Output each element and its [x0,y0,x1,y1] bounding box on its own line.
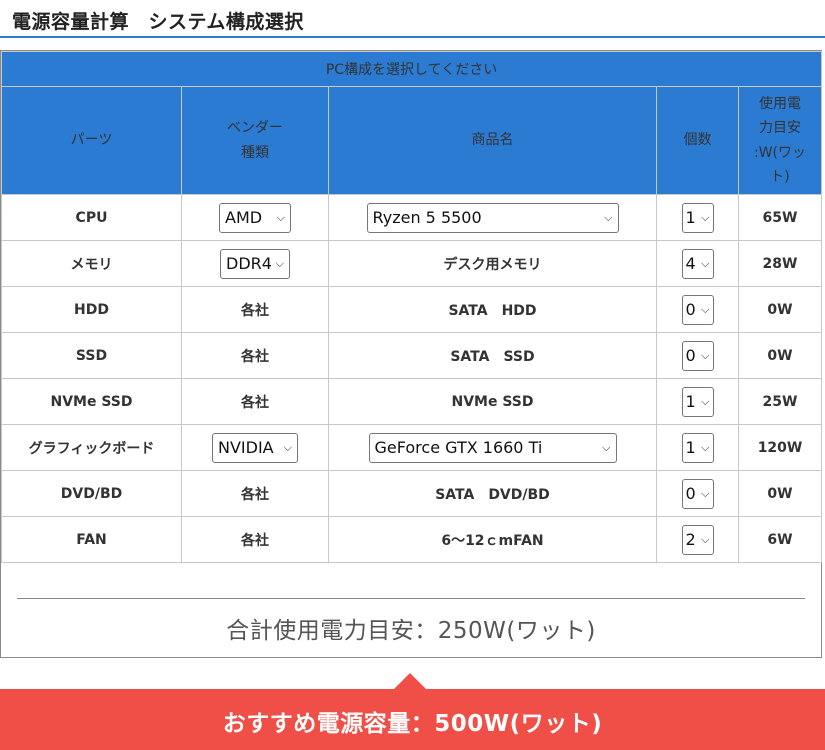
watt-value: 25W [737,378,823,425]
page: 電源容量計算 システム構成選択 PC構成を選択してください パーツ ベンダー 種… [0,0,825,750]
watt-value: 28W [737,240,823,287]
table-row: メモリ DDR4 ⌵ デスク用メモリ 4 ⌵ 28W [1,240,823,287]
config-table: PC構成を選択してください パーツ ベンダー 種類 商品名 個数 使用電 力目安… [0,51,823,563]
divider [17,598,805,599]
product-name: 6～12ｃmFAN [328,516,657,563]
table-row: CPU AMD ⌵ Ryzen 5 5500 ⌵ 1 ⌵ 65W [1,194,823,241]
qty-select[interactable]: 1 ⌵ [681,202,714,233]
chevron-down-icon: ⌵ [701,440,710,454]
chevron-down-icon: ⌵ [283,440,292,454]
qty-cell: 0 ⌵ [656,286,739,333]
pointer-triangle-icon [394,673,426,689]
qty-select[interactable]: 4 ⌵ [681,248,714,279]
chevron-down-icon: ⌵ [701,394,710,408]
qty-cell: 1 ⌵ [656,194,739,241]
table-row: NVMe SSD 各社 NVMe SSD 1 ⌵ 25W [1,378,823,425]
header-product: 商品名 [328,86,657,195]
part-name: NVMe SSD [1,378,182,425]
qty-select[interactable]: 1 ⌵ [681,386,714,417]
part-name: FAN [1,516,182,563]
table-row: FAN 各社 6～12ｃmFAN 2 ⌵ 6W [1,516,823,563]
product-name: SATA DVD/BD [328,470,657,517]
vendor-name: 各社 [181,470,329,517]
table-caption-row: PC構成を選択してください [0,51,823,87]
config-panel: PC構成を選択してください パーツ ベンダー 種類 商品名 個数 使用電 力目安… [0,50,823,658]
qty-select[interactable]: 0 ⌵ [681,294,714,325]
header-vendor: ベンダー 種類 [181,86,329,195]
table-caption: PC構成を選択してください [0,51,823,87]
vendor-name: 各社 [181,516,329,563]
table-row: グラフィックボード NVIDIA ⌵ GeForce GTX 1660 Ti ⌵ 1… [1,424,823,471]
vendor-select[interactable]: NVIDIA ⌵ [212,432,298,463]
watt-value: 0W [737,286,823,333]
chevron-down-icon: ⌵ [701,302,710,316]
product-cell: Ryzen 5 5500 ⌵ [328,194,657,241]
table-row: DVD/BD 各社 SATA DVD/BD 0 ⌵ 0W [1,470,823,517]
vendor-select[interactable]: AMD ⌵ [219,202,291,233]
part-name: DVD/BD [1,470,182,517]
chevron-down-icon: ⌵ [701,532,710,546]
chevron-down-icon: ⌵ [701,348,710,362]
total-power: 合計使用電力目安：250W(ワット) [226,618,596,644]
qty-select[interactable]: 1 ⌵ [681,432,714,463]
vendor-cell: AMD ⌵ [181,194,329,241]
product-name: SATA SSD [328,332,657,379]
recommend-text: おすすめ電源容量：500W(ワット) [222,711,603,737]
chevron-down-icon: ⌵ [604,210,613,224]
qty-cell: 1 ⌵ [656,378,739,425]
vendor-select[interactable]: DDR4 ⌵ [220,248,290,279]
table-row: HDD 各社 SATA HDD 0 ⌵ 0W [1,286,823,333]
product-select[interactable]: GeForce GTX 1660 Ti ⌵ [368,432,617,463]
chevron-down-icon: ⌵ [701,256,710,270]
header-power: 使用電 力目安 :W(ワッ ト) [737,86,823,195]
vendor-name: 各社 [181,378,329,425]
chevron-down-icon: ⌵ [275,256,284,270]
qty-cell: 0 ⌵ [656,470,739,517]
qty-select[interactable]: 2 ⌵ [681,524,714,555]
qty-cell: 1 ⌵ [656,424,739,471]
qty-select[interactable]: 0 ⌵ [681,478,714,509]
recommend-banner: おすすめ電源容量：500W(ワット) [0,689,825,750]
product-name: SATA HDD [328,286,657,333]
chevron-down-icon: ⌵ [701,210,710,224]
watt-value: 6W [737,516,823,563]
vendor-cell: DDR4 ⌵ [181,240,329,287]
watt-value: 0W [737,332,823,379]
page-header: 電源容量計算 システム構成選択 [0,0,825,38]
table-row: SSD 各社 SATA SSD 0 ⌵ 0W [1,332,823,379]
part-name: SSD [1,332,182,379]
part-name: グラフィックボード [1,424,182,471]
qty-select[interactable]: 0 ⌵ [681,340,714,371]
table-header-row: パーツ ベンダー 種類 商品名 個数 使用電 力目安 :W(ワッ ト) [1,86,823,195]
qty-cell: 0 ⌵ [656,332,739,379]
part-name: HDD [1,286,182,333]
product-name: NVMe SSD [328,378,657,425]
product-name: デスク用メモリ [328,240,657,287]
qty-cell: 2 ⌵ [656,516,739,563]
header-parts: パーツ [1,86,182,195]
page-title: 電源容量計算 システム構成選択 [12,11,304,33]
product-cell: GeForce GTX 1660 Ti ⌵ [328,424,657,471]
part-name: メモリ [1,240,182,287]
watt-value: 120W [737,424,823,471]
product-select[interactable]: Ryzen 5 5500 ⌵ [366,202,619,233]
vendor-name: 各社 [181,286,329,333]
part-name: CPU [1,194,182,241]
chevron-down-icon: ⌵ [701,486,710,500]
chevron-down-icon: ⌵ [602,440,611,454]
watt-value: 65W [737,194,823,241]
vendor-name: 各社 [181,332,329,379]
chevron-down-icon: ⌵ [276,210,285,224]
watt-value: 0W [737,470,823,517]
qty-cell: 4 ⌵ [656,240,739,287]
header-qty: 個数 [656,86,739,195]
vendor-cell: NVIDIA ⌵ [181,424,329,471]
